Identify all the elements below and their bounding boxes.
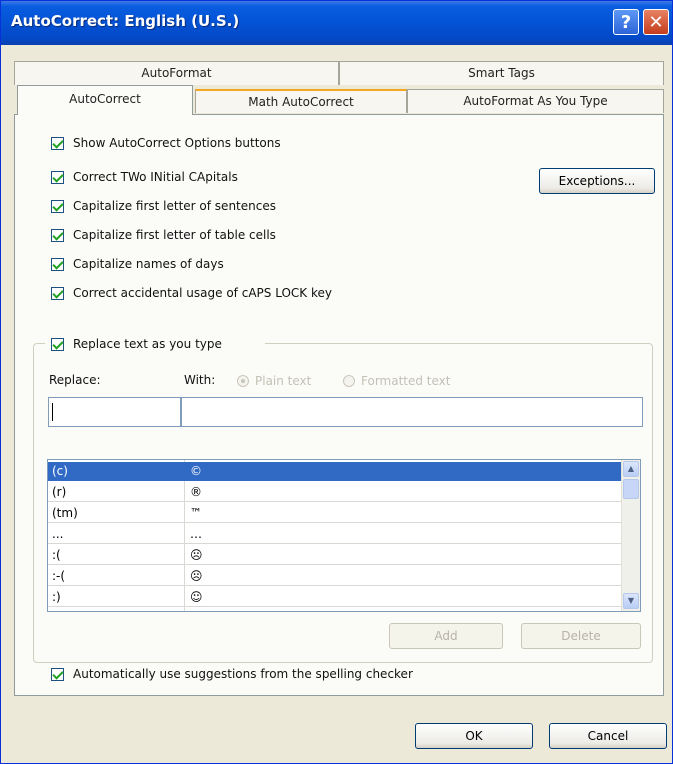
table-row[interactable]: ... … xyxy=(48,525,622,544)
entry-replace: ... xyxy=(52,527,64,541)
checkbox-show-autocorrect-options[interactable] xyxy=(51,137,64,150)
show-autocorrect-options-label: Show AutoCorrect Options buttons xyxy=(73,136,281,150)
checkbox-use-spelling-suggestions[interactable] xyxy=(51,668,64,681)
radio-plain-text[interactable] xyxy=(237,375,249,387)
table-row[interactable]: :-( ☹ xyxy=(48,567,622,586)
table-row[interactable]: (r) ® xyxy=(48,483,622,502)
with-input[interactable] xyxy=(181,397,643,427)
tab-autoformat[interactable]: AutoFormat xyxy=(14,61,339,85)
ok-button[interactable]: OK xyxy=(415,723,533,749)
title-bar[interactable]: AutoCorrect: English (U.S.) ? ✕ xyxy=(1,1,672,45)
replace-input[interactable] xyxy=(48,397,181,427)
help-icon[interactable]: ? xyxy=(613,9,639,35)
entry-with: ☹ xyxy=(190,548,203,562)
checkbox-capitalize-sentences[interactable] xyxy=(51,200,64,213)
scroll-up-icon[interactable]: ▲ xyxy=(623,461,639,477)
checkbox-caps-lock[interactable] xyxy=(51,287,64,300)
entry-with: … xyxy=(190,527,202,541)
tab-math-autocorrect[interactable]: Math AutoCorrect xyxy=(195,89,407,113)
close-icon[interactable]: ✕ xyxy=(643,9,669,35)
entry-with: ☺ xyxy=(190,590,203,604)
entry-replace: :-( xyxy=(52,569,66,583)
checkbox-capitalize-names-of-days[interactable] xyxy=(51,258,64,271)
autocorrect-dialog: AutoCorrect: English (U.S.) ? ✕ AutoForm… xyxy=(0,0,673,764)
plain-text-label: Plain text xyxy=(255,374,312,388)
tab-smart-tags[interactable]: Smart Tags xyxy=(339,61,664,85)
entry-replace: (tm) xyxy=(52,506,78,520)
tab-autoformat-as-you-type[interactable]: AutoFormat As You Type xyxy=(407,89,664,113)
checkbox-replace-text-as-you-type[interactable] xyxy=(51,338,64,351)
window-title: AutoCorrect: English (U.S.) xyxy=(11,12,240,30)
autocorrect-entries-list[interactable]: (c) © (r) ® (tm) ™ ... … :( ☹ :-( ☹:) ☺… xyxy=(47,459,641,612)
replace-text-as-you-type-label: Replace text as you type xyxy=(73,337,222,351)
replace-label: Replace: xyxy=(49,373,101,387)
tab-autocorrect[interactable]: AutoCorrect xyxy=(17,85,193,115)
caps-lock-label: Correct accidental usage of cAPS LOCK ke… xyxy=(73,286,332,300)
delete-button[interactable]: Delete xyxy=(521,623,641,649)
table-row[interactable]: (tm) ™ xyxy=(48,504,622,523)
entry-with: © xyxy=(190,464,202,478)
add-button[interactable]: Add xyxy=(389,623,503,649)
checkbox-correct-two-initial-capitals[interactable] xyxy=(51,171,64,184)
table-row[interactable]: :) ☺ xyxy=(48,588,622,607)
entry-replace: (r) xyxy=(52,485,67,499)
list-scrollbar[interactable]: ▲ ▼ xyxy=(621,460,640,611)
use-spelling-suggestions-label: Automatically use suggestions from the s… xyxy=(73,667,413,681)
exceptions-button[interactable]: Exceptions... xyxy=(539,168,655,194)
with-label: With: xyxy=(184,373,216,387)
capitalize-table-cells-label: Capitalize first letter of table cells xyxy=(73,228,276,242)
formatted-text-label: Formatted text xyxy=(361,374,451,388)
entry-with: ™ xyxy=(190,506,202,520)
entry-replace: :) xyxy=(52,590,61,604)
scroll-down-icon[interactable]: ▼ xyxy=(623,593,639,609)
entry-with: ☹ xyxy=(190,569,203,583)
table-row[interactable]: :( ☹ xyxy=(48,546,622,565)
checkbox-capitalize-table-cells[interactable] xyxy=(51,229,64,242)
entry-replace: :( xyxy=(52,548,61,562)
capitalize-sentences-label: Capitalize first letter of sentences xyxy=(73,199,276,213)
radio-formatted-text[interactable] xyxy=(343,375,355,387)
text-cursor xyxy=(52,403,53,421)
table-row[interactable]: (c) © xyxy=(48,462,622,481)
entry-replace: (c) xyxy=(52,464,68,478)
entry-with: ® xyxy=(190,485,202,499)
capitalize-names-of-days-label: Capitalize names of days xyxy=(73,257,224,271)
cancel-button[interactable]: Cancel xyxy=(549,723,667,749)
correct-two-initial-capitals-label: Correct TWo INitial CApitals xyxy=(73,170,238,184)
scroll-thumb[interactable] xyxy=(623,479,639,499)
